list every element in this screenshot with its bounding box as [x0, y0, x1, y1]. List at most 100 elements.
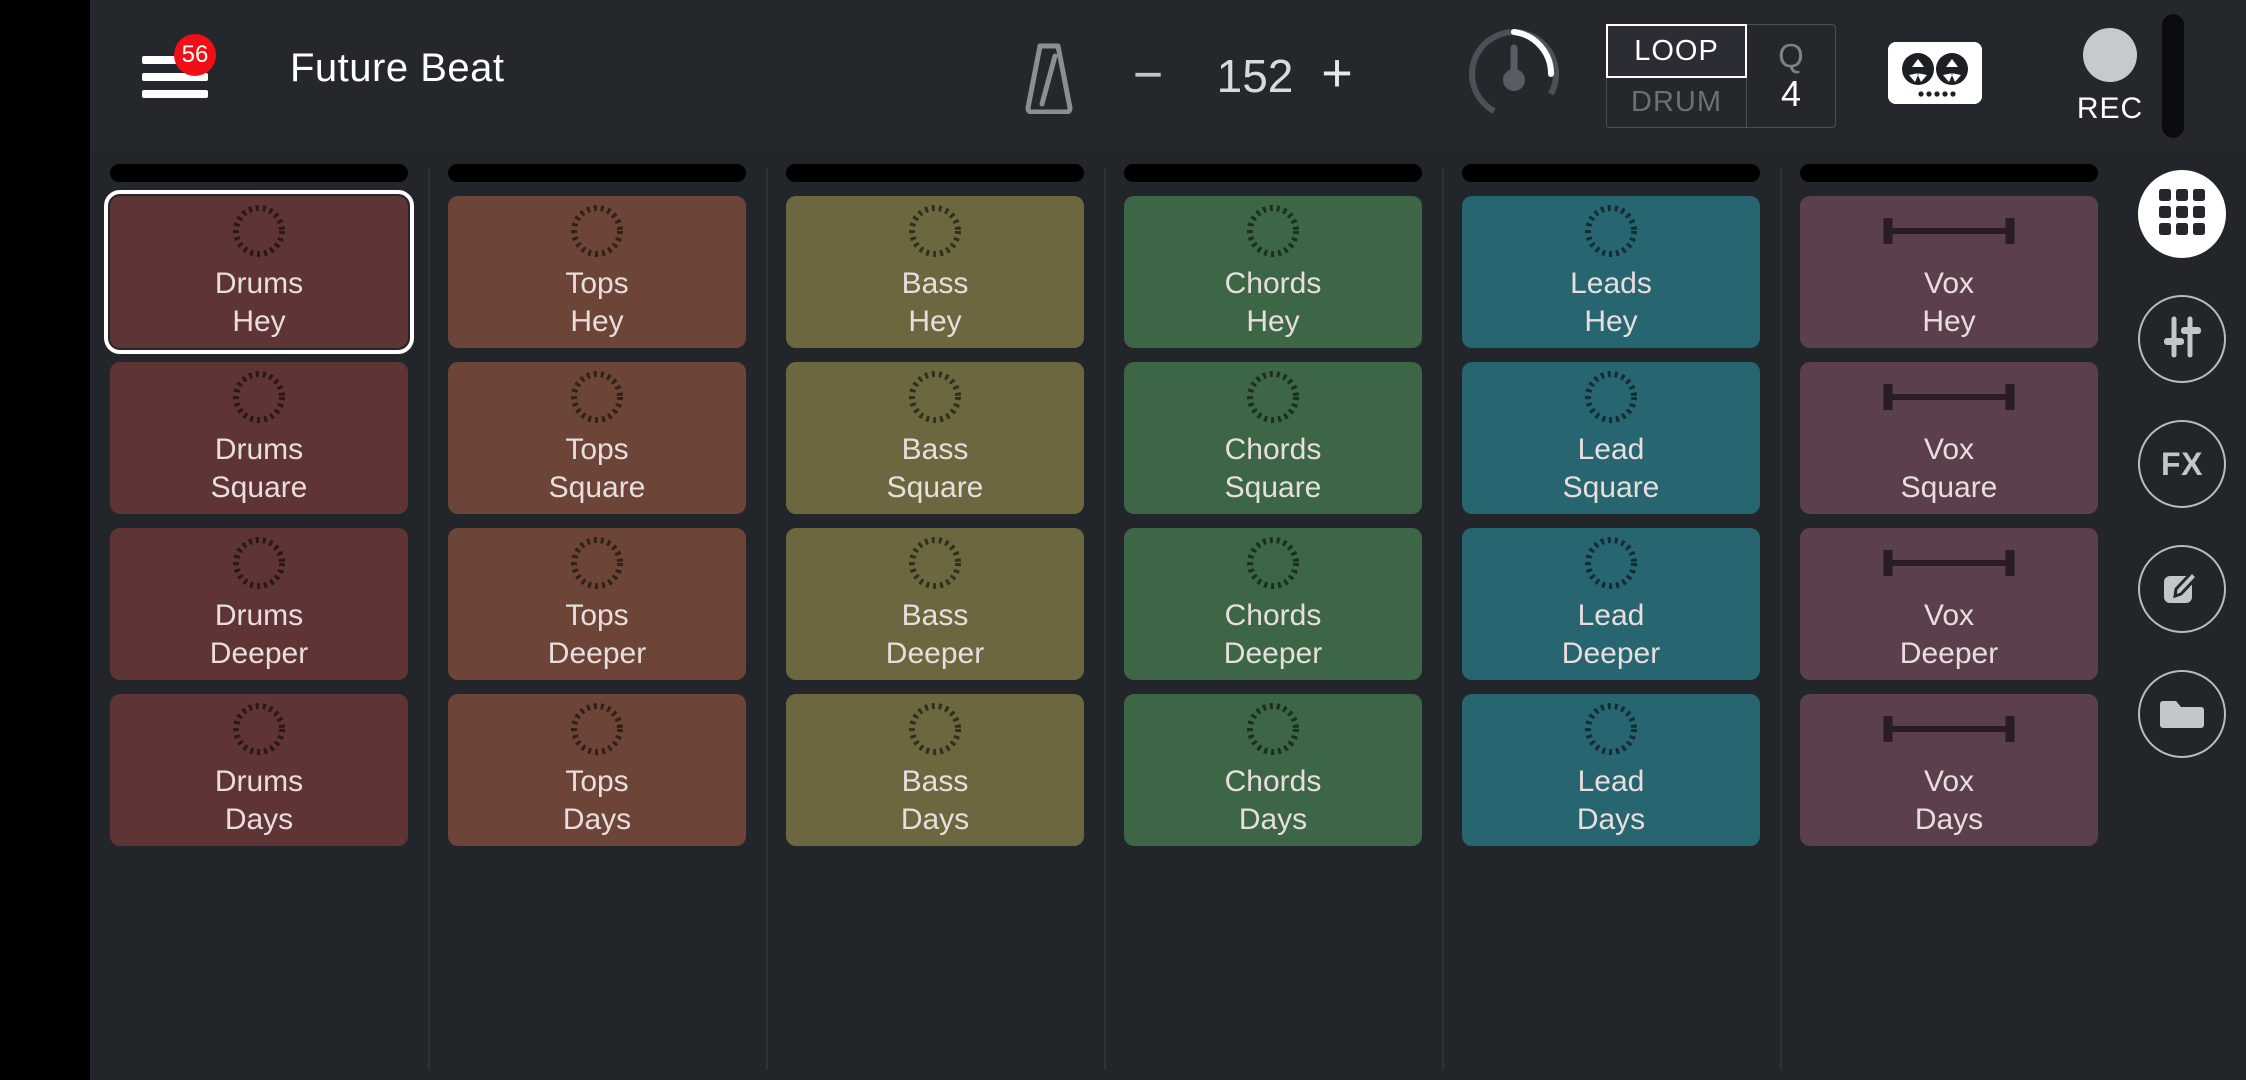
clip-name-line2: Hey — [1922, 305, 1976, 338]
clip-cell[interactable]: Bass Days — [786, 694, 1084, 846]
mixer-faders-icon — [2159, 314, 2205, 365]
clip-cell[interactable]: Tops Hey — [448, 196, 746, 348]
quantize-value: 4 — [1780, 73, 1802, 114]
clip-list: Drums Hey Drums Square Drums Deeper Drums Days — [98, 190, 420, 846]
scrollbar-thumb[interactable] — [2162, 14, 2184, 138]
tempo-decrease-button[interactable]: − — [1120, 48, 1176, 106]
clip-list: Leads Hey Lead Square Lead Deeper Lead Days — [1450, 196, 1772, 846]
clip-name-line1: Vox — [1923, 267, 1975, 300]
clip-name-line1: Vox — [1923, 433, 1975, 466]
track-column-drums: Drums Hey Drums Square Drums Deeper Drums Days — [90, 150, 428, 1080]
clip-cell[interactable]: Drums Hey — [104, 190, 414, 354]
clip-name-line2: Days — [1576, 803, 1646, 836]
loop-circle-icon — [1582, 535, 1640, 591]
clip-cell[interactable]: Lead Deeper — [1462, 528, 1760, 680]
clip-name-line2: Days — [562, 803, 632, 836]
clip-name-line1: Vox — [1923, 765, 1975, 798]
clip-name-line2: Deeper — [547, 637, 647, 670]
fx-label: FX — [2161, 445, 2203, 482]
clip-name-line1: Chords — [1224, 267, 1322, 300]
drum-button[interactable]: DRUM — [1607, 77, 1746, 127]
clip-name-line1: Chords — [1224, 599, 1322, 632]
clip-name-line2: Hey — [570, 305, 624, 338]
clip-cell[interactable]: Chords Deeper — [1124, 528, 1422, 680]
clip-cell[interactable]: Lead Days — [1462, 694, 1760, 846]
track-header-drums[interactable] — [110, 164, 408, 182]
clip-name-line2: Hey — [1584, 305, 1638, 338]
loop-circle-icon — [568, 369, 626, 425]
quantize-label: Q — [1778, 37, 1804, 74]
clip-cell[interactable]: Vox Hey — [1800, 196, 2098, 348]
oneshot-bar-icon — [1883, 535, 2015, 591]
rail-button-fx[interactable]: FX — [2138, 420, 2226, 508]
loop-circle-icon — [1582, 203, 1640, 259]
clip-cell[interactable]: Chords Square — [1124, 362, 1422, 514]
track-header-tops[interactable] — [448, 164, 746, 182]
hamburger-menu-button[interactable]: 56 — [138, 34, 216, 110]
clip-name-line1: Drums — [214, 599, 304, 632]
clip-cell[interactable]: Vox Deeper — [1800, 528, 2098, 680]
clip-name-line1: Tops — [565, 267, 629, 300]
loop-circle-icon — [568, 701, 626, 757]
record-label: REC — [2076, 92, 2144, 125]
clip-cell[interactable]: Tops Deeper — [448, 528, 746, 680]
clip-name-line1: Leads — [1570, 267, 1652, 300]
record-button[interactable]: REC — [2050, 28, 2170, 126]
loop-circle-icon — [906, 701, 964, 757]
clip-list: Bass Hey Bass Square Bass Deeper Bass Days — [774, 196, 1096, 846]
rail-button-edit[interactable] — [2138, 545, 2226, 633]
clip-name-line2: Deeper — [1223, 637, 1323, 670]
clip-cell[interactable]: Vox Days — [1800, 694, 2098, 846]
device-bezel-left — [0, 0, 90, 1080]
loop-button[interactable]: LOOP — [1606, 24, 1747, 78]
rail-button-browser[interactable] — [2138, 670, 2226, 758]
track-header-vox[interactable] — [1800, 164, 2098, 182]
loop-quantize-panel: LOOP DRUM Q 4 — [1606, 24, 1836, 128]
clip-cell[interactable]: Lead Square — [1462, 362, 1760, 514]
folder-icon — [2159, 689, 2205, 740]
tape-recorder-icon[interactable] — [1888, 42, 1982, 104]
clip-cell[interactable]: Leads Hey — [1462, 196, 1760, 348]
metronome-icon[interactable] — [1020, 42, 1078, 115]
vertical-scrollbar[interactable] — [2162, 14, 2184, 138]
clip-cell[interactable]: Drums Days — [110, 694, 408, 846]
loop-circle-icon — [230, 535, 288, 591]
track-header-bass[interactable] — [786, 164, 1084, 182]
clip-name-line2: Days — [224, 803, 294, 836]
oneshot-bar-icon — [1883, 701, 2015, 757]
clip-cell[interactable]: Bass Deeper — [786, 528, 1084, 680]
track-header-leads[interactable] — [1462, 164, 1760, 182]
clip-name-line1: Bass — [901, 267, 969, 300]
rail-button-grid-view[interactable] — [2138, 170, 2226, 258]
track-column-tops: Tops Hey Tops Square Tops Deeper Tops Days — [428, 150, 766, 1080]
clip-name-line2: Hey — [908, 305, 962, 338]
clip-name-line1: Bass — [901, 433, 969, 466]
clip-name-line2: Square — [548, 471, 646, 504]
clip-cell[interactable]: Vox Square — [1800, 362, 2098, 514]
rail-button-mixer[interactable] — [2138, 295, 2226, 383]
knob-dial-icon[interactable] — [1458, 18, 1570, 130]
clip-cell[interactable]: Tops Days — [448, 694, 746, 846]
clip-grid: Drums Hey Drums Square Drums Deeper Drums Days T… — [90, 150, 2118, 1080]
tempo-increase-button[interactable]: + — [1308, 40, 1366, 106]
loop-circle-icon — [906, 369, 964, 425]
clip-name-line2: Deeper — [1899, 637, 1999, 670]
fx-icon: FX — [2161, 446, 2203, 483]
clip-cell[interactable]: Chords Hey — [1124, 196, 1422, 348]
clip-cell[interactable]: Drums Deeper — [110, 528, 408, 680]
clip-name-line2: Square — [886, 471, 984, 504]
clip-cell[interactable]: Chords Days — [1124, 694, 1422, 846]
clip-cell[interactable]: Drums Square — [110, 362, 408, 514]
clip-cell[interactable]: Tops Square — [448, 362, 746, 514]
clip-name-line1: Tops — [565, 599, 629, 632]
loop-circle-icon — [906, 203, 964, 259]
clip-name-line2: Square — [1900, 471, 1998, 504]
clip-name-line1: Bass — [901, 765, 969, 798]
clip-name-line2: Deeper — [885, 637, 985, 670]
loop-circle-icon — [230, 203, 288, 259]
menu-notification-badge: 56 — [174, 34, 216, 76]
clip-cell[interactable]: Bass Square — [786, 362, 1084, 514]
clip-cell[interactable]: Bass Hey — [786, 196, 1084, 348]
quantize-button[interactable]: Q 4 — [1747, 25, 1835, 127]
track-header-chords[interactable] — [1124, 164, 1422, 182]
